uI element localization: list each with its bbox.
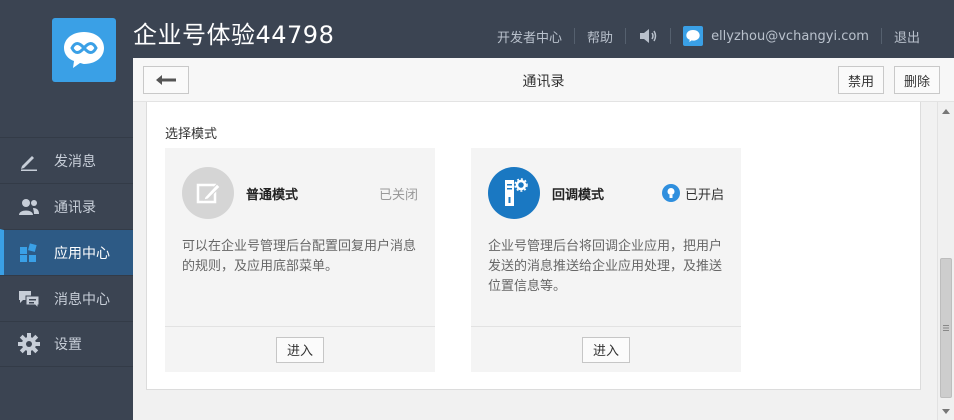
sidebar-item-settings[interactable]: 设置 — [0, 321, 133, 367]
user-email: ellyzhou@vchangyi.com — [711, 28, 869, 44]
logout-link[interactable]: 退出 — [882, 27, 932, 46]
sidebar-item-label: 应用中心 — [54, 245, 110, 262]
chat-logo-icon — [686, 30, 700, 42]
top-nav: 开发者中心 帮助 ellyzhou@vchangyi.com 退出 — [485, 26, 932, 46]
user-account[interactable]: ellyzhou@vchangyi.com — [671, 26, 881, 46]
avatar — [683, 26, 704, 46]
sidebar-item-contacts[interactable]: 通讯录 — [0, 183, 133, 229]
developer-center-link[interactable]: 开发者中心 — [485, 27, 574, 46]
sidebar-item-label: 发消息 — [54, 153, 96, 170]
sidebar-item-message-center[interactable]: 消息中心 — [0, 275, 133, 321]
scroll-thumb[interactable] — [940, 258, 952, 398]
disable-button[interactable]: 禁用 — [838, 66, 885, 94]
app-logo[interactable] — [52, 18, 116, 82]
status-badge: 已关闭 — [378, 187, 418, 203]
delete-button[interactable]: 删除 — [894, 66, 941, 94]
mode-card-header: 普通模式 已关闭 — [182, 167, 418, 219]
callback-mode-card: 回调模式 已开启 企业号管理后台将回调企业应用，把用户发送的消息推送给企业应用处… — [471, 148, 741, 372]
pencil-icon — [18, 150, 40, 172]
help-link[interactable]: 帮助 — [575, 27, 625, 46]
sidebar-item-label: 消息中心 — [54, 291, 110, 308]
section-label: 选择模式 — [165, 127, 218, 142]
sidebar-item-label: 设置 — [54, 337, 82, 353]
sidebar-item-send-message[interactable]: 发消息 — [0, 137, 133, 183]
scroll-up-arrow[interactable] — [938, 104, 954, 118]
mode-card-footer: 进入 — [471, 326, 741, 372]
mode-name: 普通模式 — [246, 187, 299, 203]
sidebar: 发消息 通讯录 应用中心 消息中心 设置 — [0, 137, 133, 367]
mode-name: 回调模式 — [552, 187, 605, 203]
sidebar-item-label: 通讯录 — [54, 199, 96, 216]
edit-icon — [182, 167, 234, 219]
sound-toggle[interactable] — [626, 28, 670, 44]
contacts-icon — [18, 196, 40, 218]
normal-mode-card: 普通模式 已关闭 可以在企业号管理后台配置回复用户消息的规则，及应用底部菜单。 … — [165, 148, 435, 372]
apps-icon — [18, 242, 40, 264]
bulb-icon — [661, 184, 680, 202]
mode-description: 可以在企业号管理后台配置回复用户消息的规则，及应用底部菜单。 — [182, 239, 417, 274]
messages-icon — [18, 288, 40, 310]
status-badge: 已开启 — [661, 184, 724, 203]
mode-card-footer: 进入 — [165, 326, 435, 372]
mode-card-header: 回调模式 已开启 — [488, 167, 724, 219]
sidebar-item-app-center[interactable]: 应用中心 — [0, 229, 133, 275]
speaker-icon — [640, 29, 657, 43]
scroll-down-arrow[interactable] — [938, 404, 954, 418]
panel-toolbar: 通讯录 禁用 删除 — [133, 58, 954, 102]
enter-button[interactable]: 进入 — [275, 336, 324, 363]
gear-icon — [18, 333, 40, 355]
enter-button[interactable]: 进入 — [581, 336, 630, 363]
mode-description: 企业号管理后台将回调企业应用，把用户发送的消息推送给企业应用处理，及推送位置信息… — [488, 239, 723, 294]
scrollbar[interactable] — [937, 102, 954, 420]
page-title: 企业号体验44798 — [133, 21, 335, 49]
server-gear-icon — [488, 167, 540, 219]
chat-logo-icon — [64, 32, 104, 68]
mode-selection: 选择模式 普通模式 已关闭 可以在企业号管理后台配置回复用户消息的规则，及应用底… — [146, 102, 921, 390]
status-text: 已开启 — [684, 187, 724, 203]
panel-title: 通讯录 — [522, 74, 565, 90]
main-panel: 通讯录 禁用 删除 选择模式 普通模式 已关闭 可以在企业号管理后台配置回复用户… — [133, 58, 954, 420]
